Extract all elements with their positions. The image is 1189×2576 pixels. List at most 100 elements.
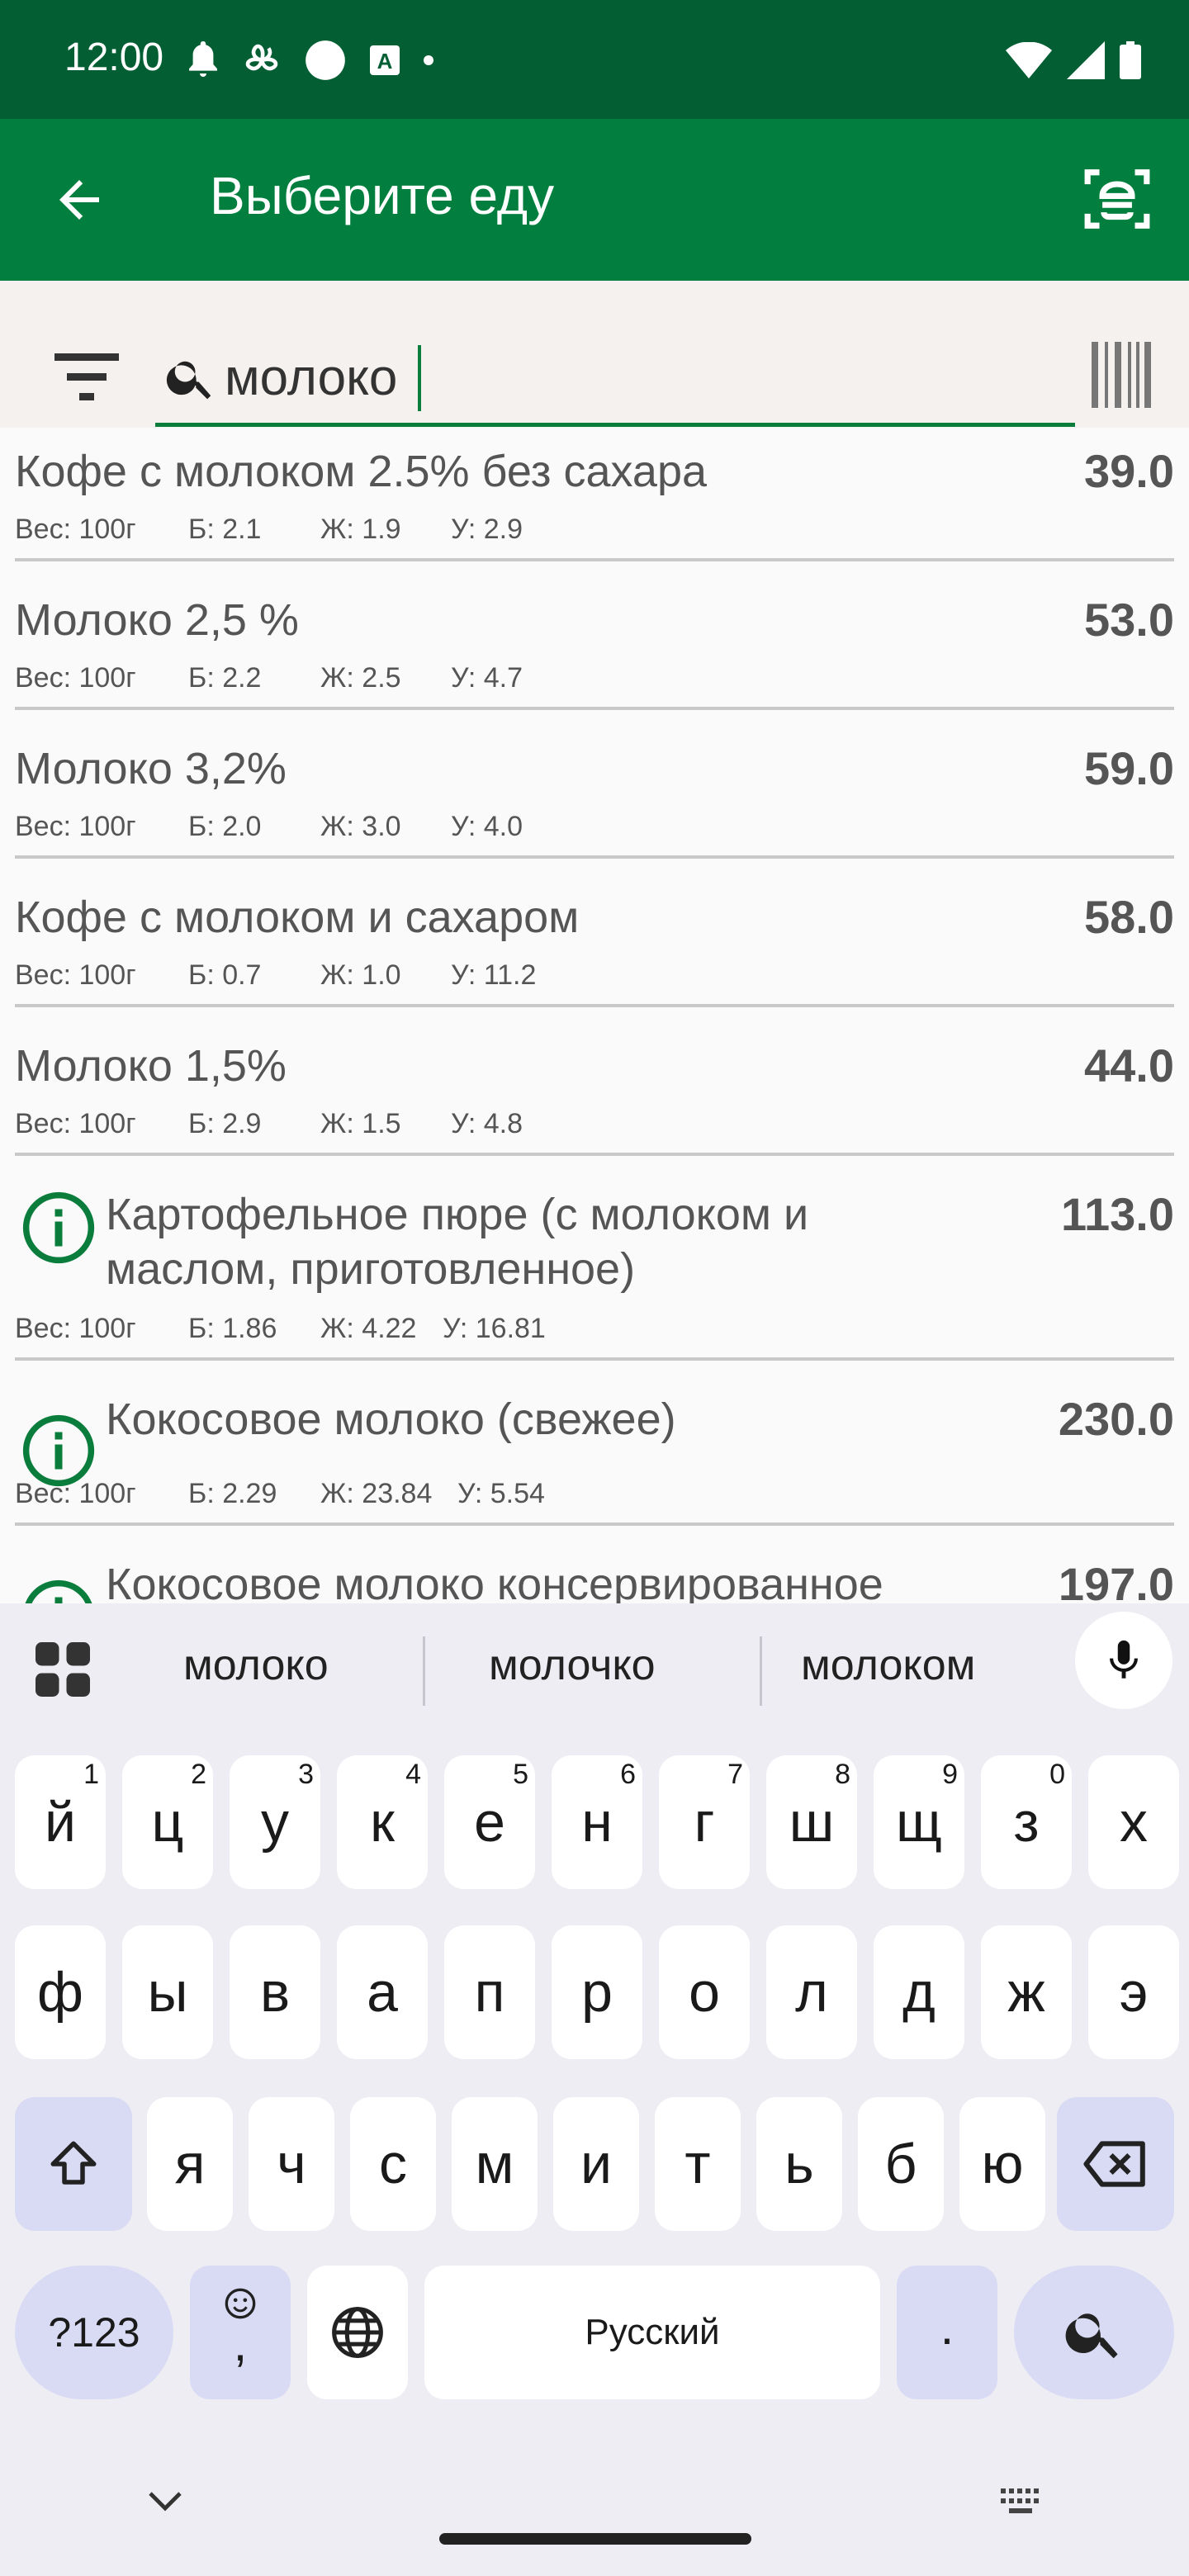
backspace-icon [1083,2141,1145,2187]
home-indicator[interactable] [439,2533,751,2545]
key-д[interactable]: д [874,1925,964,2059]
emoji-comma-key[interactable]: , [190,2266,291,2399]
key-label: у [261,1791,289,1854]
key-label: п [474,1961,505,2024]
period-key[interactable]: . [897,2266,997,2399]
symbols-key[interactable]: ?123 [15,2266,173,2399]
key-р[interactable]: р [552,1925,642,2059]
food-name: Кокосовое молоко (свежее) [106,1395,676,1444]
key-п[interactable]: п [444,1925,535,2059]
page-title: Выберите еду [210,166,555,225]
key-label: й [45,1791,76,1854]
key-з[interactable]: з0 [981,1755,1072,1889]
food-name: Кофе с молоком и сахаром [15,893,580,942]
microphone-button[interactable] [1075,1612,1172,1709]
info-icon[interactable] [21,1579,96,1603]
search-action-key[interactable] [1014,2266,1174,2399]
food-kcal: 58.0 [1084,891,1174,943]
key-label: с [379,2133,407,2195]
food-name: Кофе с молоком 2.5% без сахара [15,447,708,496]
food-item[interactable]: Кокосовое молоко консервированное 197.0 [15,1541,1174,1603]
food-item[interactable]: Кофе с молоком 2.5% без сахара 39.0 Вес:… [15,428,1174,561]
key-ц[interactable]: ц2 [122,1755,213,1889]
food-item[interactable]: Кокосовое молоко (свежее) 230.0 Вес: 100… [15,1376,1174,1526]
food-weight: Вес: 100г [15,1478,136,1509]
svg-text:A: A [377,49,393,73]
food-protein: Б: 2.1 [188,514,262,545]
food-weight: Вес: 100г [15,662,136,694]
filter-icon[interactable] [54,353,119,403]
food-item[interactable]: Молоко 3,2% 59.0 Вес: 100г Б: 2.0 Ж: 3.0… [15,725,1174,859]
key-ю[interactable]: ю [959,2097,1045,2231]
navigation-bar [0,2427,1189,2576]
key-hint: 5 [513,1759,528,1790]
key-н[interactable]: н6 [552,1755,642,1889]
key-я[interactable]: я [147,2097,233,2231]
barcode-icon[interactable] [1092,342,1151,408]
key-label: ь [784,2133,814,2195]
key-э[interactable]: э [1088,1925,1179,2059]
food-fat: Ж: 4.22 [320,1313,417,1344]
food-carbs: У: 2.9 [451,514,523,545]
key-а[interactable]: а [337,1925,428,2059]
search-icon [166,361,211,400]
backspace-key[interactable] [1057,2097,1174,2231]
app-bar: Выберите еду [0,119,1189,281]
search-input[interactable]: молоко [155,339,1075,427]
food-scan-icon[interactable] [1082,163,1153,234]
key-щ[interactable]: щ9 [874,1755,964,1889]
food-protein: Б: 2.29 [188,1478,277,1509]
key-г[interactable]: г7 [659,1755,750,1889]
key-ь[interactable]: ь [756,2097,842,2231]
key-х[interactable]: х [1088,1755,1179,1889]
suggestion-1[interactable]: молоко [183,1641,329,1690]
key-ж[interactable]: ж [981,1925,1072,2059]
key-с[interactable]: с [350,2097,436,2231]
food-weight: Вес: 100г [15,1313,136,1344]
food-fat: Ж: 23.84 [320,1478,433,1509]
search-bar: молоко [0,281,1189,428]
key-о[interactable]: о [659,1925,750,2059]
info-icon[interactable] [21,1191,96,1265]
key-label: ш [789,1791,835,1854]
back-arrow-icon[interactable] [50,170,109,230]
comma-label: , [233,2316,248,2371]
space-key[interactable]: Русский [424,2266,880,2399]
key-л[interactable]: л [766,1925,857,2059]
key-у[interactable]: у3 [230,1755,320,1889]
food-carbs: У: 11.2 [451,959,537,991]
key-е[interactable]: е5 [444,1755,535,1889]
key-ш[interactable]: ш8 [766,1755,857,1889]
key-й[interactable]: й1 [15,1755,106,1889]
apps-grid-icon[interactable] [33,1640,92,1699]
food-item[interactable]: Кофе с молоком и сахаром 58.0 Вес: 100г … [15,874,1174,1007]
food-item[interactable]: Молоко 1,5% 44.0 Вес: 100г Б: 2.9 Ж: 1.5… [15,1022,1174,1156]
key-ч[interactable]: ч [249,2097,334,2231]
keyboard-switch-icon[interactable] [999,2487,1047,2520]
food-item[interactable]: Картофельное пюре (с молоком и маслом, п… [15,1171,1174,1361]
key-ы[interactable]: ы [122,1925,213,2059]
hide-keyboard-icon[interactable] [145,2488,185,2515]
food-carbs: У: 5.54 [457,1478,545,1509]
fan-icon [245,44,278,71]
key-и[interactable]: и [553,2097,639,2231]
info-icon[interactable] [21,1413,96,1488]
key-к[interactable]: к4 [337,1755,428,1889]
key-б[interactable]: б [858,2097,944,2231]
circle-icon [306,40,345,80]
key-м[interactable]: м [452,2097,538,2231]
key-ф[interactable]: ф [15,1925,106,2059]
bell-icon [189,41,217,77]
status-bar: 12:00 A [0,0,1189,119]
language-key[interactable] [307,2266,408,2399]
shift-key[interactable] [15,2097,132,2231]
key-label: е [474,1791,505,1854]
key-в[interactable]: в [230,1925,320,2059]
key-label: б [884,2133,917,2195]
key-т[interactable]: т [655,2097,741,2231]
suggestion-3[interactable]: молоком [801,1641,975,1690]
food-name: Кокосовое молоко консервированное [106,1560,883,1603]
suggestion-2[interactable]: молочко [489,1641,656,1690]
key-hint: 2 [191,1759,206,1790]
food-item[interactable]: Молоко 2,5 % 53.0 Вес: 100г Б: 2.2 Ж: 2.… [15,576,1174,710]
